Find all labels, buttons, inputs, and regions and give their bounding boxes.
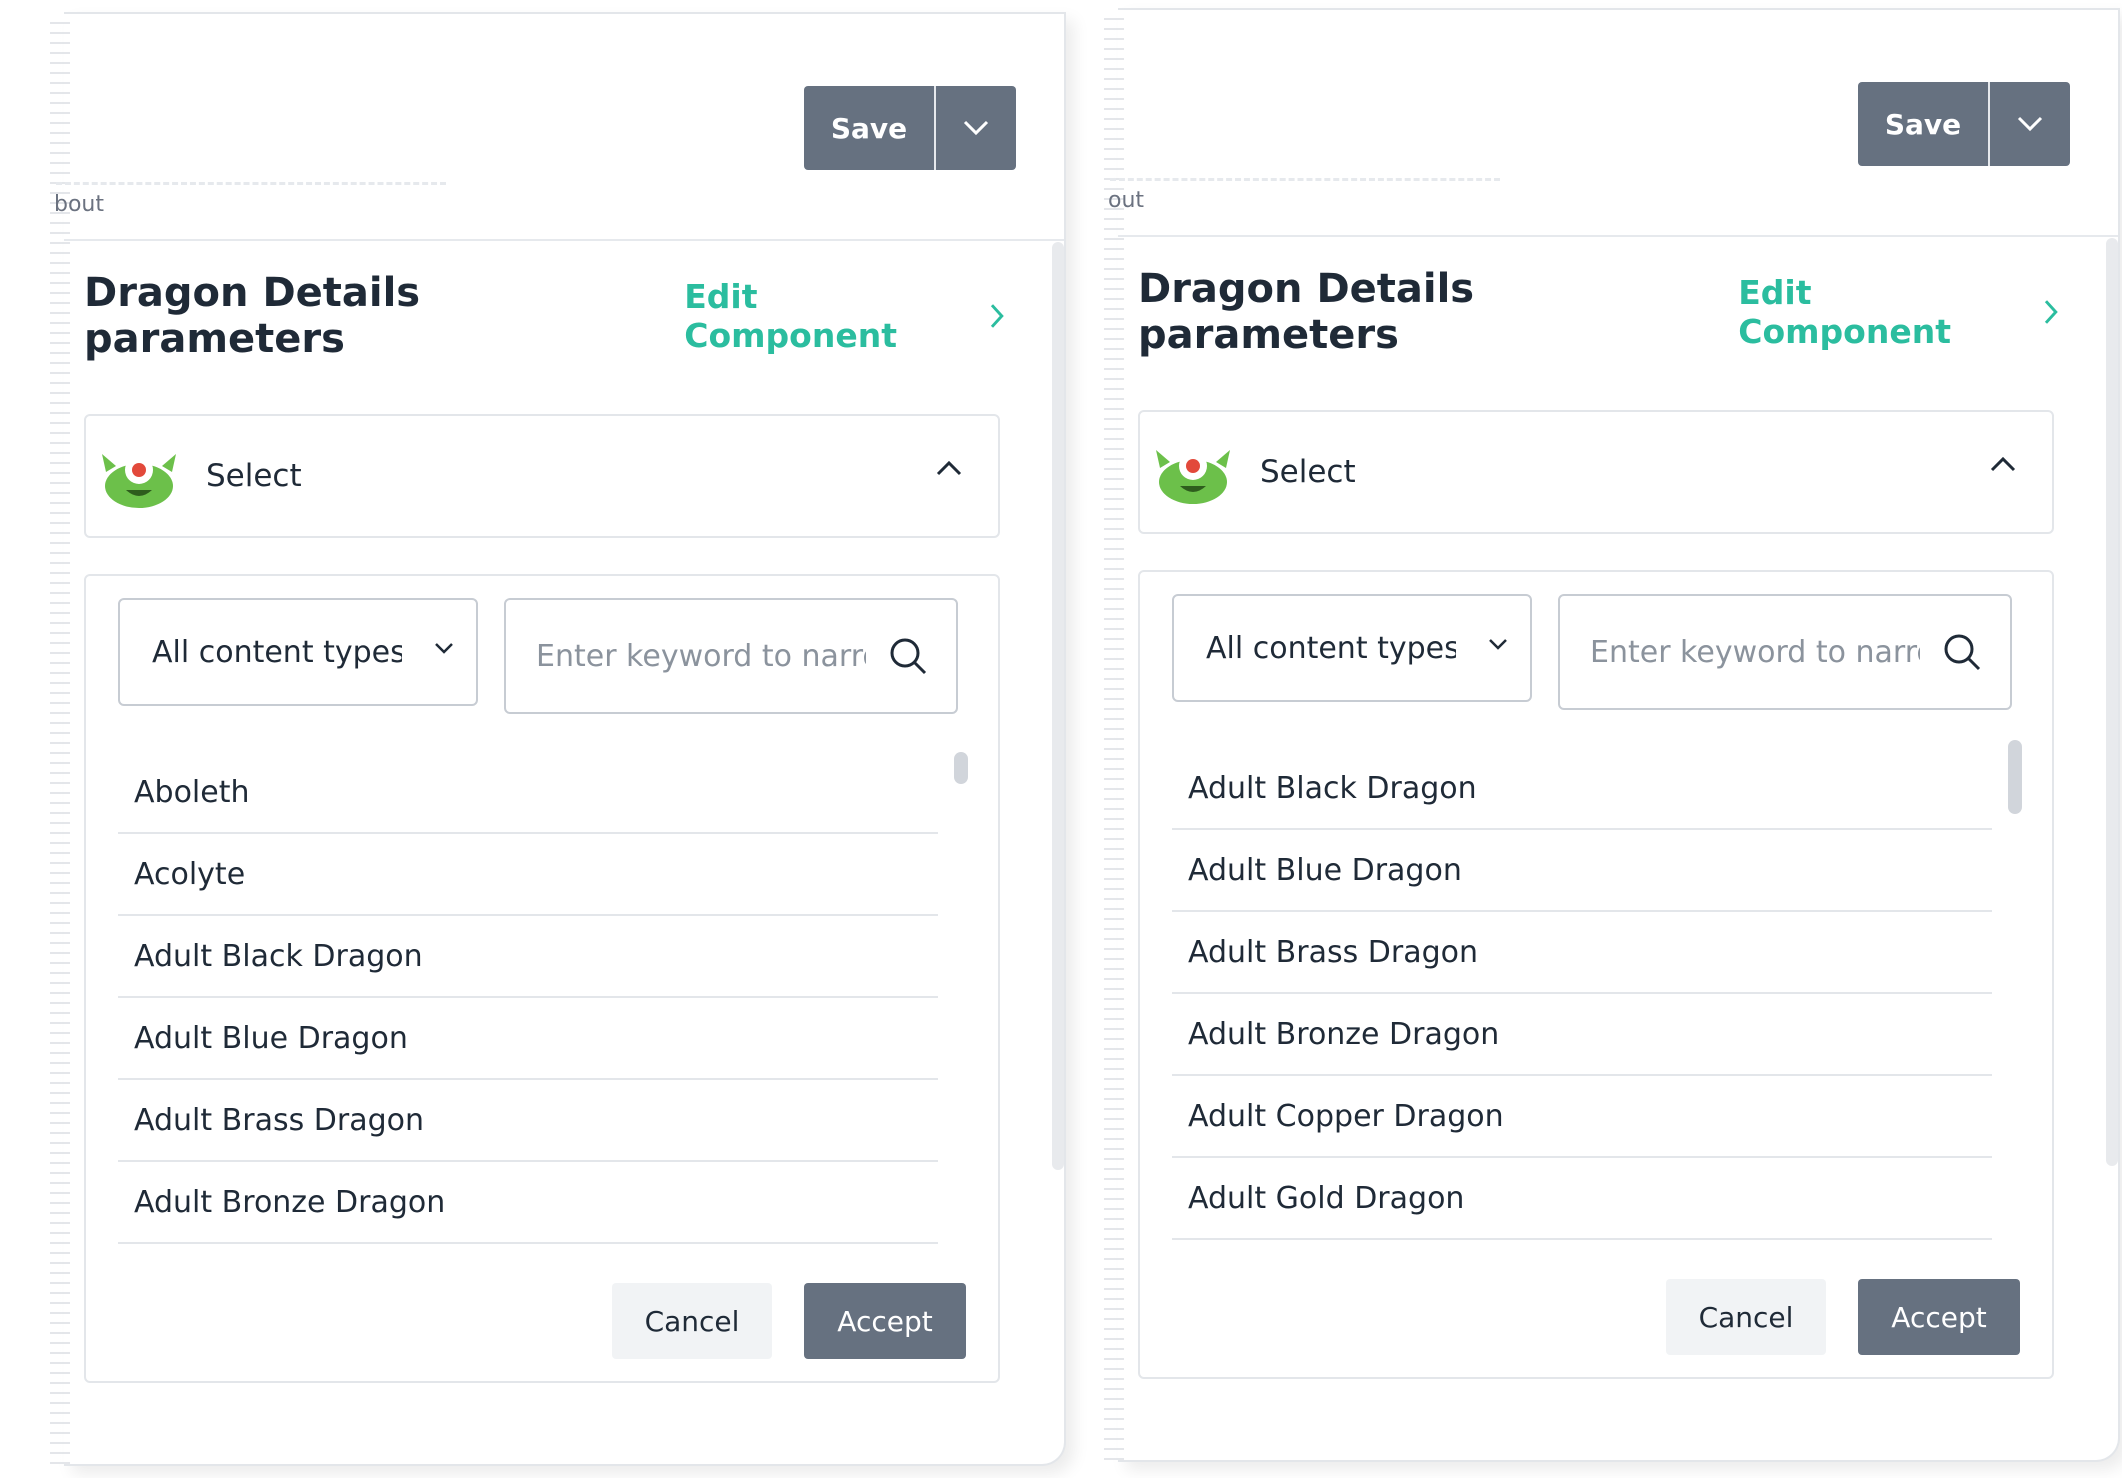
parameters-header: Dragon Details parameters Edit Component <box>1138 266 2058 358</box>
about-label: bout <box>54 192 104 217</box>
content-picker: All content types Enter keyword to narro… <box>1138 570 2054 1379</box>
save-options-button[interactable] <box>1990 82 2070 166</box>
divider <box>1110 178 1500 181</box>
save-options-button[interactable] <box>936 86 1016 170</box>
top-area: Save bout <box>54 14 1064 241</box>
top-area: Save out <box>1108 10 2118 237</box>
list-scrollbar[interactable] <box>2008 740 2022 814</box>
chevron-down-icon <box>2017 116 2043 132</box>
cancel-button[interactable]: Cancel <box>612 1283 772 1359</box>
list-item[interactable]: Aboleth <box>118 752 938 834</box>
content-type-filter[interactable]: All content types <box>118 598 478 706</box>
list-item[interactable]: Adult Copper Dragon <box>1172 1076 1992 1158</box>
chevron-down-icon <box>963 120 989 136</box>
save-button[interactable]: Save <box>1858 82 1990 166</box>
content-type-value: All content types <box>152 634 402 670</box>
chevron-up-icon <box>1990 456 2016 472</box>
save-button[interactable]: Save <box>804 86 936 170</box>
content-type-value: All content types <box>1206 630 1456 666</box>
content-picker: All content types Enter keyword to narro… <box>84 574 1000 1383</box>
accept-button[interactable]: Accept <box>1858 1279 2020 1355</box>
search-input[interactable]: Enter keyword to narrow <box>1558 594 2012 710</box>
content-select[interactable]: Select <box>84 414 1000 538</box>
monster-icon <box>102 454 176 508</box>
list-item[interactable]: Adult Bronze Dragon <box>1172 994 1992 1076</box>
edit-component-link[interactable]: Edit Component <box>684 277 1004 355</box>
result-list: Adult Black Dragon Adult Blue Dragon Adu… <box>1172 748 1992 1240</box>
edit-component-link[interactable]: Edit Component <box>1738 273 2058 351</box>
page-title: Dragon Details parameters <box>1138 266 1475 358</box>
divider <box>56 182 446 185</box>
panel-left: Save bout Dragon Details parameters Edit… <box>50 12 1066 1466</box>
chevron-up-icon <box>936 460 962 476</box>
chevron-down-icon <box>1489 639 1507 650</box>
chevron-down-icon <box>435 643 453 654</box>
content-select[interactable]: Select <box>1138 410 2054 534</box>
panel-scrollbar[interactable] <box>1052 242 1064 1170</box>
list-item[interactable]: Acolyte <box>118 834 938 916</box>
search-icon <box>1944 634 1981 671</box>
result-list: Aboleth Acolyte Adult Black Dragon Adult… <box>118 752 938 1244</box>
search-placeholder: Enter keyword to narrow <box>1590 634 1920 670</box>
chevron-right-icon <box>2045 300 2058 324</box>
list-item[interactable]: Adult Blue Dragon <box>118 998 938 1080</box>
panel-scrollbar[interactable] <box>2106 238 2118 1166</box>
about-label: out <box>1108 188 1145 213</box>
search-icon <box>890 638 927 675</box>
list-scrollbar[interactable] <box>954 752 968 784</box>
select-label: Select <box>206 458 302 494</box>
search-input[interactable]: Enter keyword to narrow <box>504 598 958 714</box>
search-placeholder: Enter keyword to narrow <box>536 638 866 674</box>
save-button-group: Save <box>804 86 1016 170</box>
accept-button[interactable]: Accept <box>804 1283 966 1359</box>
list-item[interactable]: Adult Brass Dragon <box>1172 912 1992 994</box>
action-bar: Cancel Accept <box>1666 1279 2020 1355</box>
edit-component-label: Edit Component <box>684 277 897 355</box>
parameters-header: Dragon Details parameters Edit Component <box>84 270 1004 362</box>
list-item[interactable]: Adult Bronze Dragon <box>118 1162 938 1244</box>
list-item[interactable]: Adult Black Dragon <box>118 916 938 998</box>
content-type-filter[interactable]: All content types <box>1172 594 1532 702</box>
cancel-button[interactable]: Cancel <box>1666 1279 1826 1355</box>
select-label: Select <box>1260 454 1356 490</box>
list-item[interactable]: Adult Gold Dragon <box>1172 1158 1992 1240</box>
action-bar: Cancel Accept <box>612 1283 966 1359</box>
edit-component-label: Edit Component <box>1738 273 1951 351</box>
page-title: Dragon Details parameters <box>84 270 421 362</box>
panel-right: Save out Dragon Details parameters Edit … <box>1104 8 2120 1462</box>
monster-icon <box>1156 450 1230 504</box>
chevron-right-icon <box>991 304 1004 328</box>
list-item[interactable]: Adult Blue Dragon <box>1172 830 1992 912</box>
list-item[interactable]: Adult Black Dragon <box>1172 748 1992 830</box>
save-button-group: Save <box>1858 82 2070 166</box>
list-item[interactable]: Adult Brass Dragon <box>118 1080 938 1162</box>
